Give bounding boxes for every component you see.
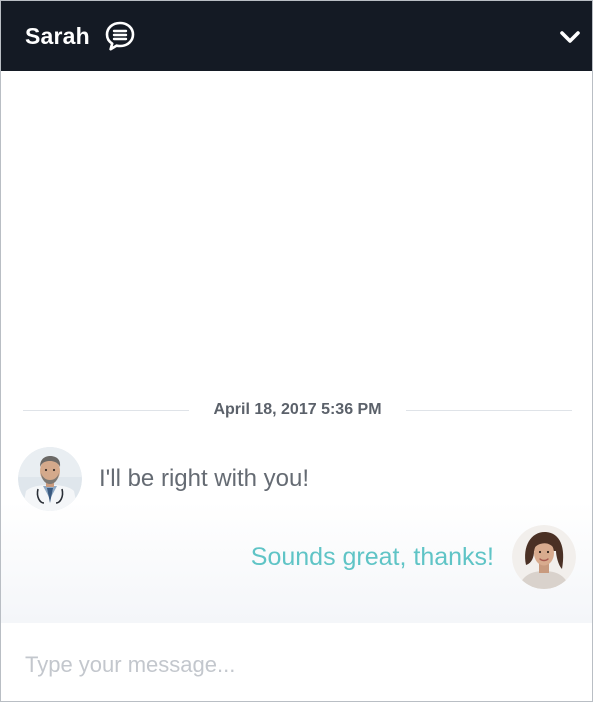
divider-right [405, 409, 572, 411]
agent-avatar [18, 447, 82, 511]
user-message-text: Sounds great, thanks! [250, 542, 494, 571]
timestamp-divider: April 18, 2017 5:36 PM [23, 398, 572, 422]
chevron-down-icon [560, 31, 580, 43]
chat-window: Sarah April 18, 2017 5:36 PM I'll be rig… [0, 0, 593, 702]
agent-name: Sarah [25, 22, 90, 49]
agent-message-text: I'll be right with you! [99, 465, 310, 492]
chat-bubble-icon [102, 18, 138, 54]
composer [1, 623, 592, 701]
chat-header: Sarah [1, 1, 592, 71]
agent-message: I'll be right with you! [18, 447, 309, 511]
user-avatar [512, 525, 576, 589]
message-input[interactable] [25, 645, 565, 685]
user-message: Sounds great, thanks! [251, 525, 576, 589]
collapse-button[interactable] [558, 25, 582, 49]
message-timestamp: April 18, 2017 5:36 PM [213, 401, 382, 418]
divider-left [23, 409, 190, 411]
message-list[interactable]: April 18, 2017 5:36 PM I'll be right wit… [1, 71, 592, 623]
